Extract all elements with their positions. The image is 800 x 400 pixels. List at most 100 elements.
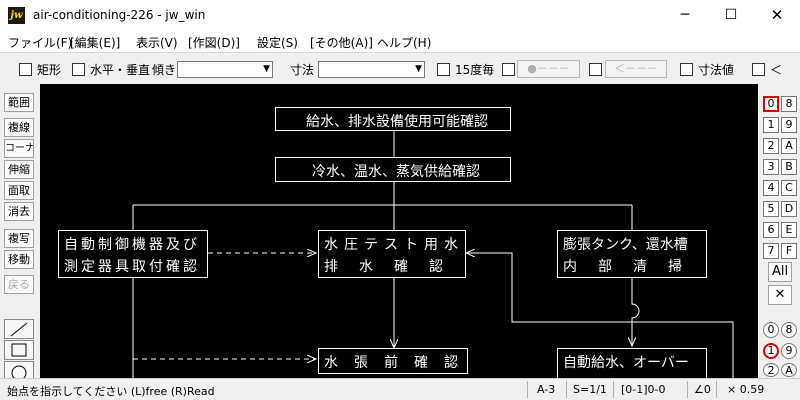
layer-clear-button[interactable]: ✕ <box>768 285 792 305</box>
arrow-less-label: ＜ <box>770 62 783 77</box>
window-title: air-conditioning-226 - jw_win <box>33 8 206 22</box>
minimize-button[interactable]: ─ <box>662 0 708 31</box>
angle-display[interactable]: ∠0 <box>694 383 711 396</box>
arrow-less-checkbox[interactable] <box>752 62 765 76</box>
layer-group-9-button[interactable]: 9 <box>781 343 797 359</box>
copy-button[interactable]: 複写 <box>4 229 34 248</box>
app-icon: jw <box>8 7 25 24</box>
layer-7-button[interactable]: 7 <box>763 243 779 259</box>
layer-f-button[interactable]: F <box>781 243 797 259</box>
arrow-checkbox[interactable] <box>589 62 602 76</box>
expansion-tank-box: 膨張タンク、還水槽 内部清掃 <box>557 230 707 278</box>
node-text: 自動給水、オーバー <box>563 355 689 371</box>
dimension-value-label: 寸法値 <box>698 62 735 77</box>
layer-9-button[interactable]: 9 <box>781 117 797 133</box>
layer-e-button[interactable]: E <box>781 222 797 238</box>
layer-8-button[interactable]: 8 <box>781 96 797 112</box>
divider <box>527 381 528 398</box>
chamfer-button[interactable]: 面取 <box>4 181 34 200</box>
layer-d-button[interactable]: D <box>781 201 797 217</box>
layer-4-button[interactable]: 4 <box>763 180 779 196</box>
line-icon <box>10 322 28 337</box>
horizontal-vertical-label: 水平・垂直 <box>90 62 151 77</box>
erase-button[interactable]: 消去 <box>4 202 34 221</box>
layer-b-button[interactable]: B <box>781 159 797 175</box>
close-button[interactable]: ✕ <box>754 0 800 31</box>
control-device-check-box: 自動制御機器及び 測定器具取付確認 <box>58 230 208 278</box>
dimension-combo[interactable]: ▼ <box>318 61 425 78</box>
node-text: 冷水、温水、蒸気供給確認 <box>312 164 480 180</box>
all-layers-button[interactable]: All <box>768 262 792 282</box>
menu-bar: ファイル(F) [編集(E)] 表示(V) [作図(D)] 設定(S) [その他… <box>0 31 800 52</box>
dimension-value-checkbox[interactable] <box>680 62 693 76</box>
rect-option[interactable]: 矩形 <box>19 53 61 85</box>
maximize-button[interactable]: ☐ <box>708 0 754 31</box>
tilt-combo[interactable]: ▼ <box>177 61 273 78</box>
scale-display[interactable]: S=1/1 <box>573 383 607 396</box>
cold-hot-water-check-box: 冷水、温水、蒸気供給確認 <box>275 157 511 182</box>
arrow-style-button[interactable]: ＜－－－ <box>605 60 667 78</box>
node-text: 自動制御機器及び <box>64 237 200 253</box>
menu-other[interactable]: [その他(A)] <box>310 34 373 51</box>
snap-point-button[interactable]: ●－－－ <box>517 60 580 78</box>
menu-file[interactable]: ファイル(F) <box>8 34 72 51</box>
rect-checkbox[interactable] <box>19 62 32 76</box>
jw-win-window: jw air-conditioning-226 - jw_win ─ ☐ ✕ フ… <box>0 0 800 400</box>
layer-group-2-button[interactable]: 2 <box>763 363 779 377</box>
layer-group-1-button[interactable]: 1 <box>763 343 779 359</box>
rectangle-icon <box>11 343 27 357</box>
layer-5-button[interactable]: 5 <box>763 201 779 217</box>
menu-settings[interactable]: 設定(S) <box>257 34 298 51</box>
rect-label: 矩形 <box>37 62 62 77</box>
chevron-down-icon[interactable]: ▼ <box>415 62 422 77</box>
arrow-less-option[interactable]: ＜ <box>752 53 782 85</box>
layer-group-8-button[interactable]: 8 <box>781 322 797 338</box>
undo-button[interactable]: 戻る <box>4 275 34 294</box>
rectangle-tool-button[interactable] <box>4 340 34 360</box>
menu-edit[interactable]: [編集(E)] <box>70 34 120 51</box>
range-button[interactable]: 範囲 <box>4 93 34 112</box>
horizontal-vertical-checkbox[interactable] <box>72 62 85 76</box>
node-text: 給水、排水設備使用可能確認 <box>306 114 488 130</box>
parallel-line-button[interactable]: 複線 <box>4 118 34 137</box>
stretch-button[interactable]: 伸縮 <box>4 160 34 179</box>
divider <box>716 381 717 398</box>
corner-button[interactable]: コーナー <box>4 139 34 158</box>
deg15-option[interactable]: 15度毎 <box>437 53 494 85</box>
menu-help[interactable]: ヘルプ(H) <box>377 34 431 51</box>
layer-a-button[interactable]: A <box>781 138 797 154</box>
node-text: 水圧テスト用水 <box>324 237 464 253</box>
snap-checkbox[interactable] <box>502 62 515 76</box>
layer-0-button[interactable]: 0 <box>763 96 779 112</box>
move-button[interactable]: 移動 <box>4 250 34 269</box>
drawing-canvas[interactable]: 給水、排水設備使用可能確認 冷水、温水、蒸気供給確認 自動制御機器及び 測定器具… <box>40 84 758 378</box>
layer-1-button[interactable]: 1 <box>763 117 779 133</box>
layer-c-button[interactable]: C <box>781 180 797 196</box>
node-text: 膨張タンク、還水槽 <box>563 237 688 253</box>
layer-group-a-button[interactable]: A <box>781 363 797 377</box>
tilt-label: 傾き <box>152 62 177 77</box>
toolbar: 矩形 水平・垂直 傾き ▼ 寸法 ▼ 15度毎 ●－－－ ＜－－－ 寸法値 ＜ <box>0 52 800 84</box>
paper-size[interactable]: A-3 <box>537 383 555 396</box>
divider <box>687 381 688 398</box>
dimension-value-option[interactable]: 寸法値 <box>680 53 734 85</box>
layer-3-button[interactable]: 3 <box>763 159 779 175</box>
auto-water-supply-box: 自動給水、オーバー <box>557 348 707 378</box>
layer-6-button[interactable]: 6 <box>763 222 779 238</box>
menu-draw[interactable]: [作図(D)] <box>188 34 240 51</box>
line-tool-button[interactable] <box>4 319 34 339</box>
zoom-display[interactable]: × 0.59 <box>727 383 764 396</box>
layer-group-0-button[interactable]: 0 <box>763 322 779 338</box>
menu-view[interactable]: 表示(V) <box>136 34 178 51</box>
node-text: 内部清掃 <box>563 259 703 275</box>
title-bar: jw air-conditioning-226 - jw_win ─ ☐ ✕ <box>0 0 800 31</box>
divider <box>566 381 567 398</box>
water-filling-check-box: 水張前確認 <box>318 348 468 374</box>
layer-display[interactable]: [0-1]0-0 <box>621 383 666 396</box>
chevron-down-icon[interactable]: ▼ <box>263 62 270 77</box>
layer-2-button[interactable]: 2 <box>763 138 779 154</box>
deg15-checkbox[interactable] <box>437 62 450 76</box>
status-message: 始点を指示してください (L)free (R)Read <box>7 385 215 398</box>
horizontal-vertical-option[interactable]: 水平・垂直 <box>72 53 150 85</box>
dimension-label: 寸法 <box>290 62 315 77</box>
